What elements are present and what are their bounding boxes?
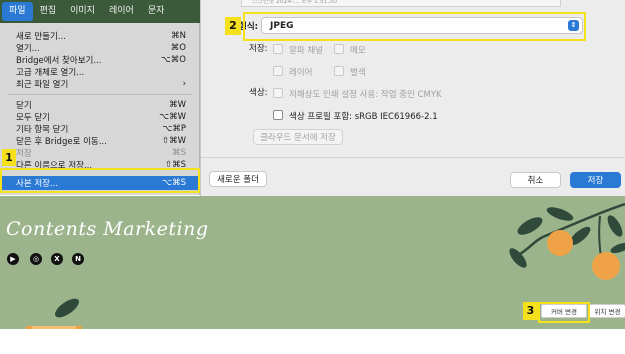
menu-file[interactable]: 파일 bbox=[2, 2, 33, 21]
menu-type[interactable]: 문자 bbox=[141, 2, 172, 21]
menu-item-new[interactable]: 새로 만들기... ⌘N bbox=[0, 30, 200, 42]
notes-label: 메모 bbox=[350, 46, 366, 56]
low-res-proof-label: 저해상도 인쇄 설정 사용: 작업 중인 CMYK bbox=[289, 90, 442, 100]
menu-bar: 파일 편집 이미지 레이어 문자 bbox=[0, 0, 200, 23]
orange-slice-illustration bbox=[26, 298, 82, 329]
color-label: 색상: bbox=[249, 88, 268, 98]
menu-edit[interactable]: 편집 bbox=[33, 2, 64, 21]
youtube-icon[interactable]: ▶ bbox=[7, 253, 19, 265]
menu-item-close-go-bridge[interactable]: 닫은 후 Bridge로 이동... ⇧⌘W bbox=[0, 135, 200, 147]
cancel-button[interactable]: 취소 bbox=[510, 172, 561, 188]
menu-separator bbox=[8, 94, 192, 95]
x-icon[interactable]: X bbox=[51, 253, 63, 265]
layers-checkbox[interactable] bbox=[273, 66, 283, 76]
position-change-button[interactable]: 위치 변경 bbox=[589, 304, 625, 318]
naver-icon[interactable]: N bbox=[72, 253, 84, 265]
new-folder-button[interactable]: 새로운 폴더 bbox=[209, 171, 267, 187]
menu-image[interactable]: 이미지 bbox=[63, 2, 102, 21]
menu-item-close-others[interactable]: 기타 항목 닫기 ⌥⌘P bbox=[0, 123, 200, 135]
save-button[interactable]: 저장 bbox=[570, 172, 621, 188]
menu-item-save[interactable]: 저장 ⌘S bbox=[0, 147, 200, 159]
page-content-area bbox=[0, 329, 625, 354]
embed-profile-label: 색상 프로필 포함: sRGB IEC61966-2.1 bbox=[289, 112, 438, 122]
banner-title: Contents Marketing bbox=[6, 218, 209, 240]
notes-checkbox[interactable] bbox=[334, 44, 344, 54]
low-res-proof-checkbox[interactable] bbox=[273, 88, 283, 98]
menu-item-close[interactable]: 닫기 ⌘W bbox=[0, 99, 200, 111]
annotation-number-1: 1 bbox=[2, 149, 16, 166]
alpha-channel-label: 알파 채널 bbox=[289, 46, 323, 56]
annotation-number-2: 2 bbox=[225, 17, 241, 35]
menu-item-browse-bridge[interactable]: Bridge에서 찾아보기... ⌥⌘O bbox=[0, 54, 200, 66]
menu-item-open-smart-object[interactable]: 고급 개체로 열기... bbox=[0, 66, 200, 78]
dialog-divider bbox=[201, 157, 625, 158]
alpha-channel-checkbox[interactable] bbox=[273, 44, 283, 54]
annotation-box-2 bbox=[243, 12, 586, 41]
save-options-label: 저장: bbox=[249, 44, 268, 54]
spot-colors-checkbox[interactable] bbox=[334, 66, 344, 76]
menu-item-recent-files[interactable]: 최근 파일 열기 › bbox=[0, 78, 200, 90]
annotation-box-3 bbox=[538, 302, 590, 323]
annotation-number-3: 3 bbox=[523, 302, 538, 320]
file-name-strip: 스크린샷 2024-... 오후 1.51.30 bbox=[241, 0, 561, 7]
spot-colors-label: 별색 bbox=[350, 68, 366, 78]
menu-item-close-all[interactable]: 모두 닫기 ⌥⌘W bbox=[0, 111, 200, 123]
menu-layer[interactable]: 레이어 bbox=[102, 2, 141, 21]
layers-label: 레이어 bbox=[289, 68, 313, 78]
instagram-icon[interactable]: ◎ bbox=[30, 253, 42, 265]
menu-item-open[interactable]: 열기... ⌘O bbox=[0, 42, 200, 54]
orange-branch-illustration bbox=[509, 202, 625, 280]
save-to-cloud-button[interactable]: 클라우드 문서에 저장 bbox=[253, 129, 343, 145]
annotation-box-1 bbox=[0, 168, 200, 193]
embed-profile-checkbox[interactable] bbox=[273, 110, 283, 120]
